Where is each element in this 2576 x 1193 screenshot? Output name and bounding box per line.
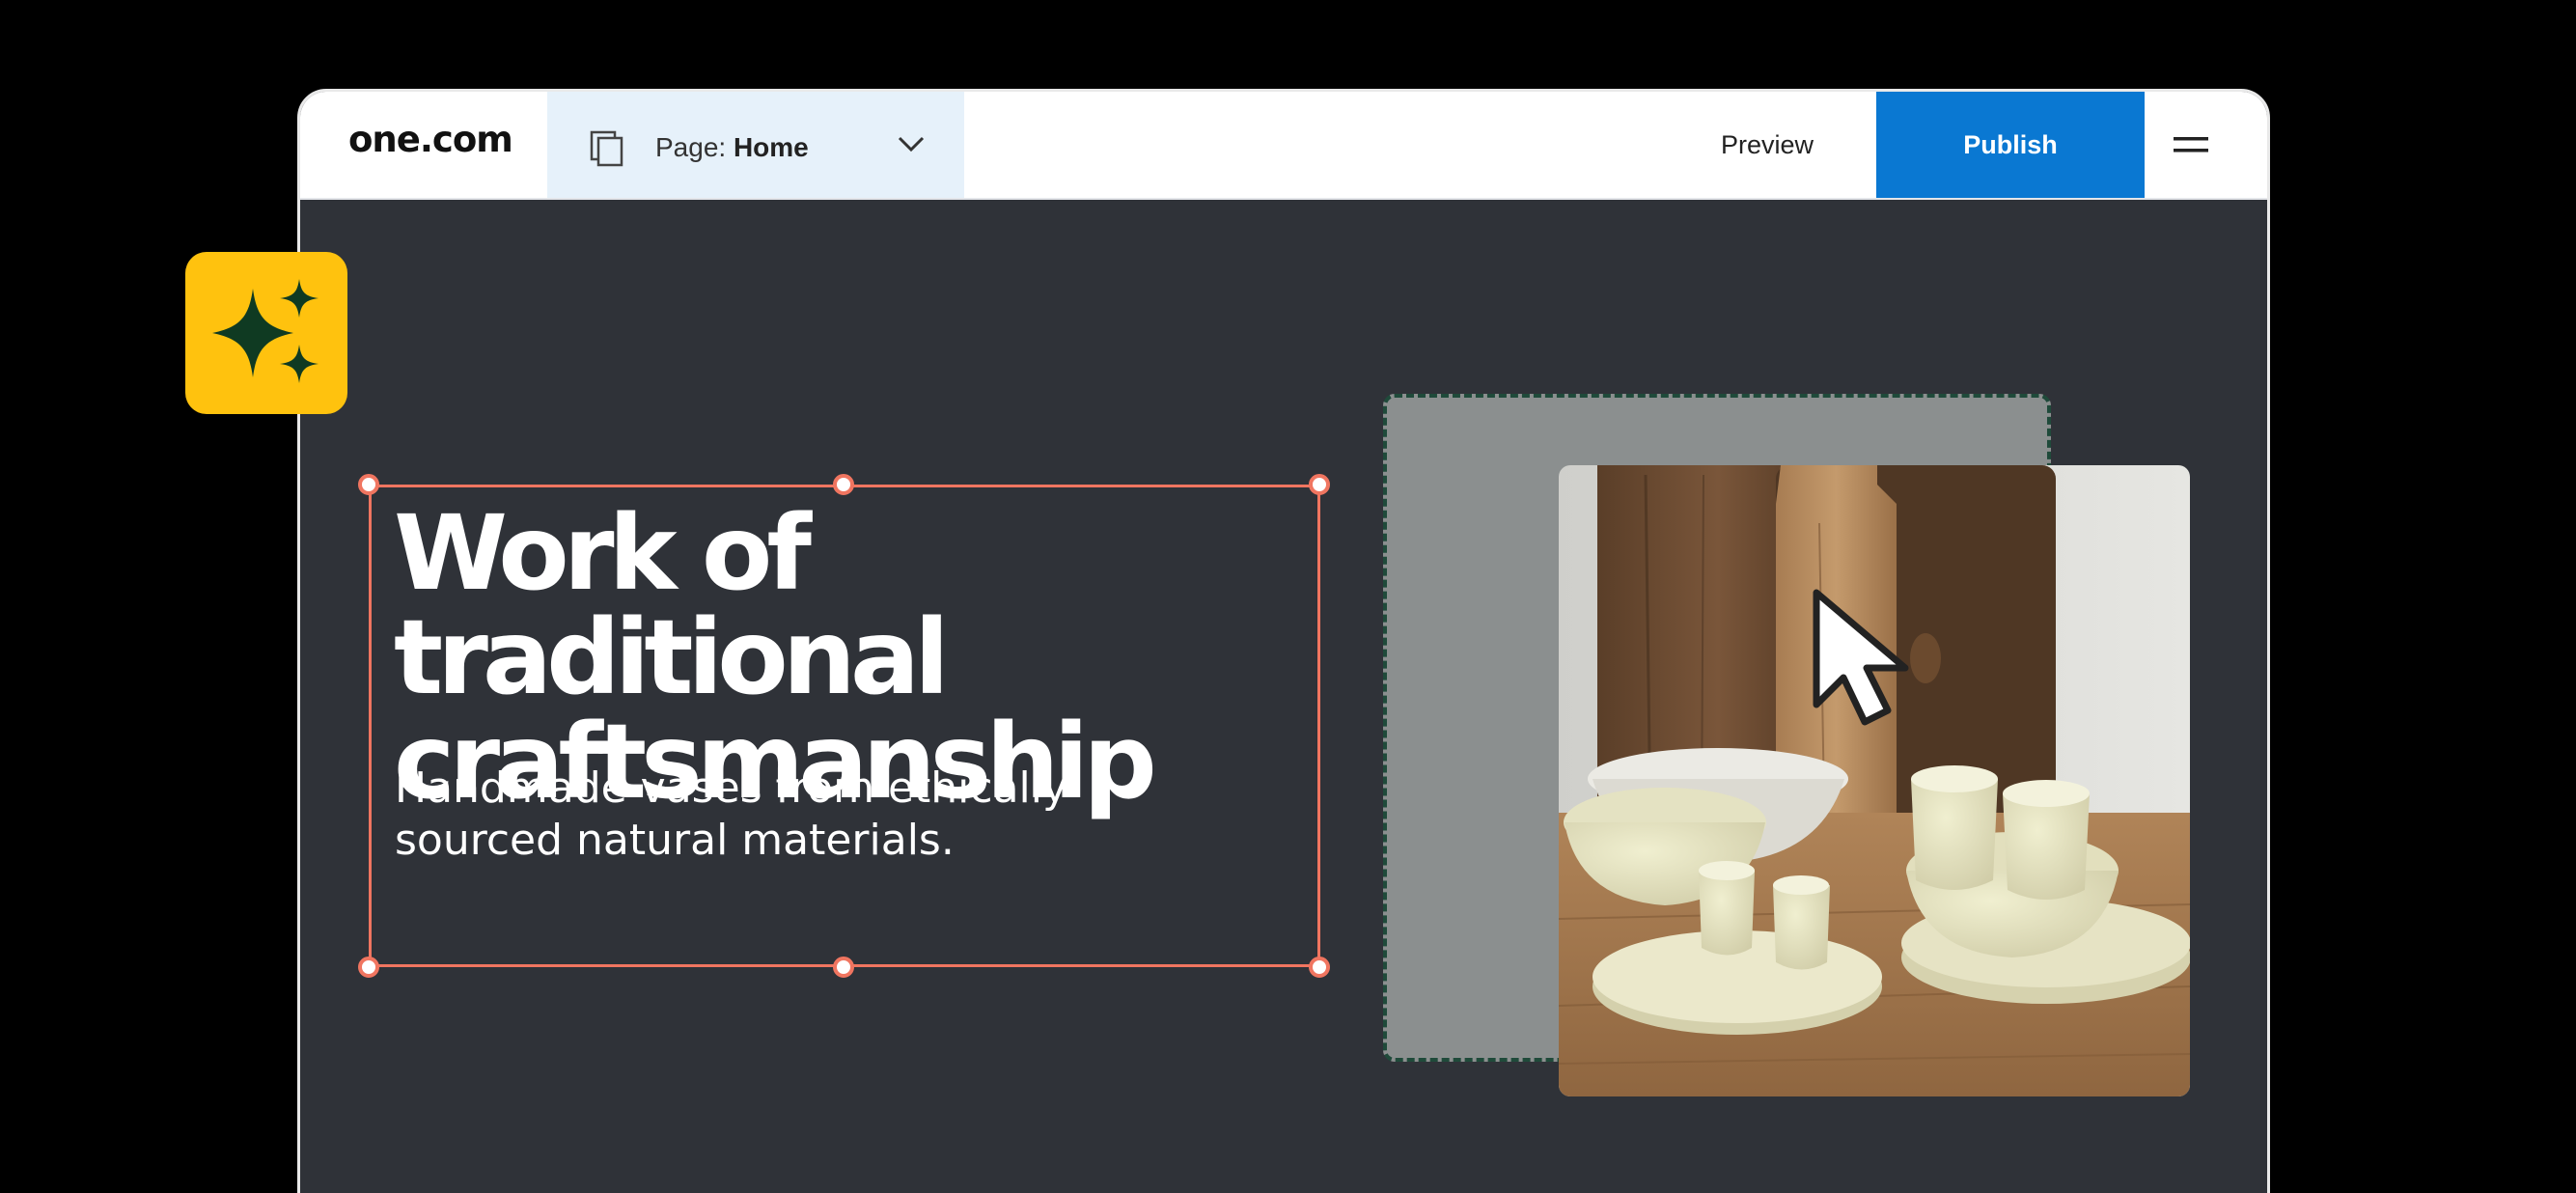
resize-handle-top-right[interactable] [1309, 474, 1330, 495]
ai-assistant-button[interactable] [185, 252, 347, 414]
page-selector-label: Page: Home [655, 132, 809, 163]
resize-handle-top-left[interactable] [358, 474, 379, 495]
resize-handle-bottom-left[interactable] [358, 957, 379, 978]
publish-button[interactable]: Publish [1876, 92, 2145, 198]
pages-icon [590, 130, 623, 167]
hero-subtitle[interactable]: Handmade vases from ethically sourced na… [395, 763, 1128, 867]
hamburger-menu-icon[interactable] [2171, 130, 2211, 159]
sparkles-icon [212, 279, 319, 383]
editor-toolbar: one.com Page: Home Preview Publish [300, 92, 2267, 200]
cursor-icon [1813, 589, 1909, 726]
preview-button[interactable]: Preview [1671, 92, 1864, 198]
page-label: Page: [655, 132, 727, 162]
page-selector[interactable]: Page: Home [547, 92, 964, 198]
chevron-down-icon [898, 136, 925, 153]
resize-handle-bottom-right[interactable] [1309, 957, 1330, 978]
product-photo[interactable] [1559, 465, 2190, 1096]
brand-logo[interactable]: one.com [348, 119, 513, 160]
resize-handle-top-center[interactable] [833, 474, 854, 495]
tableware-illustration [1559, 465, 2190, 1096]
page-value: Home [733, 132, 809, 162]
stage: one.com Page: Home Preview Publish Work … [0, 0, 2576, 1193]
resize-handle-bottom-center[interactable] [833, 957, 854, 978]
